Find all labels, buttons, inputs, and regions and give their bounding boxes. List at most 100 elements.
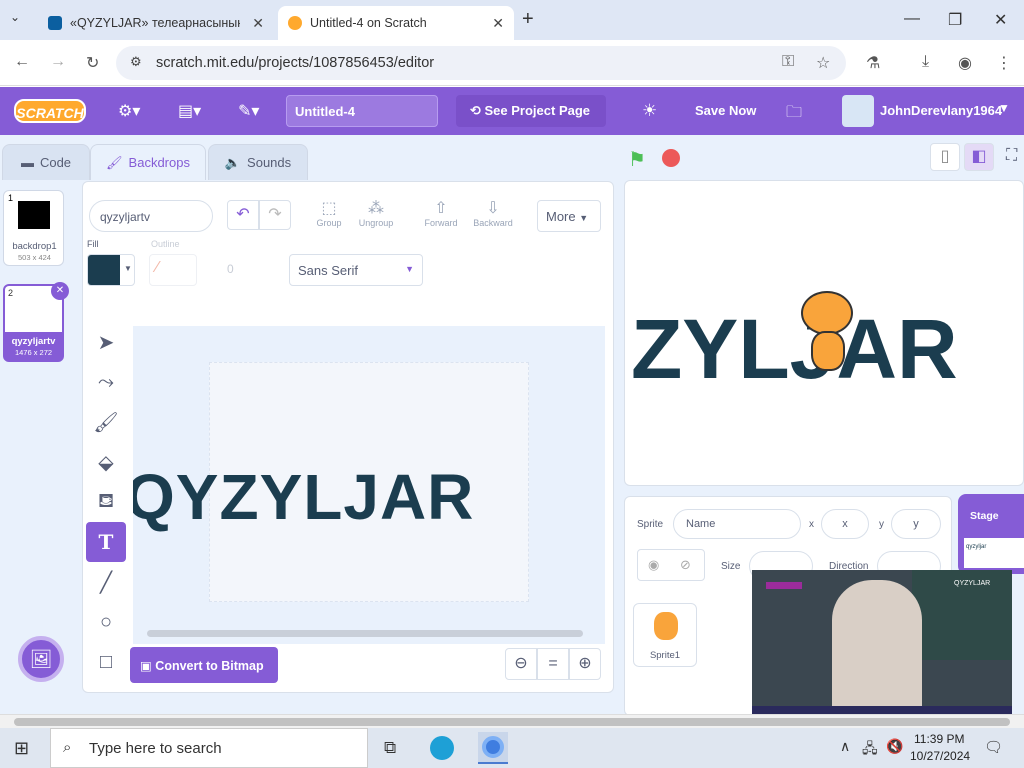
account-chevron-down-icon[interactable]: ▼ [998, 101, 1010, 115]
scratch-menu-bar: SCRATCH ⚙▾ ▤▾ ✎▾ Untitled-4 ⟲ See Projec… [0, 87, 1024, 135]
rectangle-tool-icon[interactable]: □ [86, 642, 126, 682]
tab-sounds[interactable]: 🔈 Sounds [208, 144, 308, 180]
redo-button[interactable]: ↷ [259, 200, 291, 230]
fullscreen-icon[interactable]: ⛶ [1006, 147, 1017, 165]
settings-gear-icon[interactable]: ⚙▾ [118, 101, 140, 121]
zoom-in-button[interactable]: ⊕ [569, 648, 601, 680]
choose-backdrop-button[interactable]: 🖼 [18, 636, 64, 682]
stage-selector[interactable]: Stage qyzyljar [958, 494, 1024, 574]
forward-button[interactable]: ⇧ Forward [419, 198, 463, 228]
green-flag-icon[interactable]: ⚑ [628, 147, 648, 171]
x-field[interactable]: x [821, 509, 869, 539]
show-sprite-toggle[interactable]: ◉ ⊘ [637, 549, 705, 581]
project-title-input[interactable]: Untitled-4 [286, 95, 438, 127]
browser-tab-scratch[interactable]: Untitled-4 on Scratch ✕ [278, 6, 514, 40]
forward-icon[interactable]: → [50, 53, 66, 71]
canvas-text-object[interactable]: QYZYLJAR [133, 460, 474, 534]
canvas-horizontal-scrollbar[interactable] [147, 630, 583, 637]
network-icon[interactable]: 🖧 [862, 738, 878, 762]
convert-to-bitmap-button[interactable]: ▣ Convert to Bitmap [130, 647, 278, 683]
text-tool-icon[interactable]: T [86, 522, 126, 562]
normal-stage-mode-icon[interactable]: ◧ [964, 143, 994, 171]
bookmark-star-icon[interactable]: ☆ [816, 53, 830, 73]
tab-backdrops[interactable]: 🖌 Backdrops [90, 144, 206, 180]
taskbar-search-box[interactable]: ⌕ Type here to search [50, 728, 368, 768]
back-icon[interactable]: ← [14, 53, 30, 71]
backdrop-tile-1[interactable]: 1 backdrop1 503 x 424 [3, 190, 64, 266]
close-window-icon[interactable]: ✕ [994, 10, 1007, 30]
site-info-icon[interactable]: ⚙ [130, 54, 142, 70]
font-dropdown[interactable]: Sans Serif ▼ [289, 254, 423, 286]
task-view-icon[interactable]: ⧉ [384, 738, 396, 758]
page-horizontal-scrollbar[interactable] [0, 714, 1024, 728]
brush-tool-icon[interactable]: 🖌 [86, 402, 126, 442]
reload-icon[interactable]: ↻ [86, 53, 99, 73]
maximize-icon[interactable]: ❐ [948, 10, 962, 30]
kebab-menu-icon[interactable]: ⋮ [996, 53, 1012, 73]
group-button[interactable]: ⬚ Group [309, 198, 349, 228]
my-stuff-folder-icon[interactable]: 🗀 [786, 101, 802, 128]
save-now-button[interactable]: Save Now [695, 103, 756, 118]
new-tab-icon[interactable]: + [522, 8, 534, 31]
tab-list-dropdown[interactable]: ⌄ [10, 10, 30, 30]
edge-browser-icon[interactable] [430, 736, 454, 760]
tab-code[interactable]: ▬ Code [2, 144, 90, 180]
y-field[interactable]: y [891, 509, 941, 539]
fill-color-picker[interactable]: ▼ [87, 254, 135, 286]
picture-in-picture-video[interactable]: QYZYLJAR [752, 570, 1012, 716]
edit-menu-icon[interactable]: ✎▾ [238, 101, 259, 121]
url-field[interactable]: ⚙ scratch.mit.edu/projects/1087856453/ed… [116, 46, 846, 80]
scrollbar-thumb[interactable] [14, 718, 1010, 726]
tips-lightbulb-icon[interactable]: ☀ [642, 101, 657, 121]
stop-icon[interactable] [662, 149, 680, 167]
small-stage-mode-icon[interactable]: ▯ [930, 143, 960, 171]
costume-name-input[interactable]: qyzyljartv [89, 200, 213, 232]
see-project-label: See Project Page [484, 103, 591, 118]
see-project-page-button[interactable]: ⟲ See Project Page [456, 95, 606, 127]
sprite-label: Sprite [637, 519, 664, 530]
paint-canvas[interactable]: QYZYLJAR [133, 326, 605, 644]
reshape-tool-icon[interactable]: ⤳ [86, 362, 126, 402]
zoom-reset-button[interactable]: = [537, 648, 569, 680]
stage-canvas[interactable]: ZYLJAR [624, 180, 1024, 486]
minimize-icon[interactable]: — [904, 10, 920, 28]
browser-tab-qyzyljar[interactable]: «QYZYLJAR» телеарнасының р ✕ [38, 6, 274, 40]
close-icon[interactable]: ✕ [252, 15, 264, 32]
scratch-logo[interactable]: SCRATCH [14, 99, 86, 123]
volume-muted-icon[interactable]: 🔇 [886, 738, 903, 755]
sprite-name: Sprite1 [649, 650, 681, 661]
sprite-tile-sprite1[interactable]: Sprite1 [633, 603, 697, 667]
password-key-icon[interactable]: ⚿ [782, 53, 794, 71]
labs-flask-icon[interactable]: ⚗ [866, 53, 880, 73]
profile-icon[interactable]: ◉ [958, 53, 972, 73]
fill-tool-icon[interactable]: ⛾ [86, 482, 126, 522]
chrome-browser-icon[interactable] [478, 732, 508, 764]
group-label: Group [316, 218, 342, 228]
tab-sounds-label: Sounds [247, 155, 292, 170]
windows-start-icon[interactable]: ⊞ [14, 738, 29, 759]
scratch-cat-sprite[interactable] [793, 291, 859, 375]
circle-tool-icon[interactable]: ○ [86, 602, 126, 642]
line-tool-icon[interactable]: ╱ [86, 562, 126, 602]
clock-time[interactable]: 11:39 PM [914, 732, 964, 746]
delete-backdrop-close-icon[interactable]: ✕ [51, 282, 69, 300]
avatar[interactable] [842, 95, 874, 127]
more-dropdown[interactable]: More ▼ [537, 200, 601, 232]
clock-date[interactable]: 10/27/2024 [910, 749, 970, 763]
ungroup-button[interactable]: ⁂ Ungroup [353, 198, 399, 228]
backdrop-tile-2[interactable]: 2 ✕ qyzyljartv 1476 x 272 [3, 282, 69, 362]
select-tool-icon[interactable]: ➤ [86, 322, 126, 362]
close-icon[interactable]: ✕ [492, 15, 504, 32]
notifications-icon[interactable]: 🗨 [984, 738, 1003, 756]
file-menu-icon[interactable]: ▤▾ [178, 101, 201, 121]
backward-button[interactable]: ⇩ Backward [469, 198, 517, 228]
username-label[interactable]: JohnDerevlany1964 [880, 103, 1002, 118]
sprite-name-field[interactable]: Name [673, 509, 801, 539]
download-icon[interactable]: ⤓ [922, 53, 929, 71]
zoom-out-button[interactable]: ⊖ [505, 648, 537, 680]
undo-button[interactable]: ↶ [227, 200, 259, 230]
show-hidden-icons-chevron-icon[interactable]: ∧ [840, 738, 850, 755]
convert-label: Convert to Bitmap [155, 659, 264, 673]
eraser-tool-icon[interactable]: ⬙ [86, 442, 126, 482]
outline-color-picker[interactable]: ⁄ [149, 254, 197, 286]
